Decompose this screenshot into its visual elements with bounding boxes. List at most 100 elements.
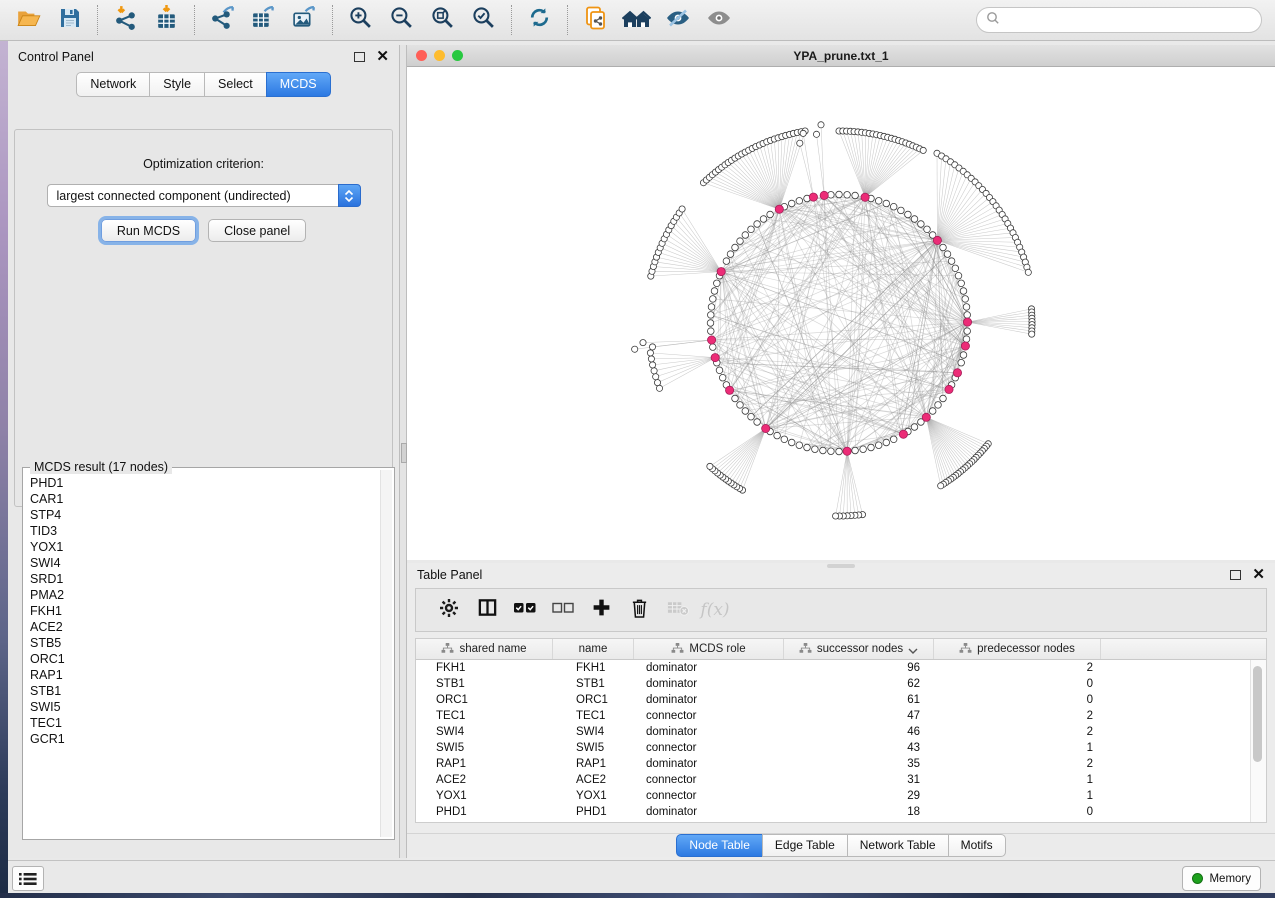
annotations-button[interactable] bbox=[575, 3, 616, 37]
zoom-out-button[interactable] bbox=[381, 3, 422, 37]
column-header-MCDS-role[interactable]: MCDS role bbox=[634, 639, 784, 659]
table-cell: SWI4 bbox=[416, 726, 553, 738]
float-window-icon[interactable] bbox=[354, 52, 365, 62]
column-header-predecessor-nodes[interactable]: predecessor nodes bbox=[934, 639, 1101, 659]
hide-selected-button[interactable] bbox=[657, 3, 698, 37]
table-cell: 2 bbox=[934, 662, 1101, 674]
mcds-result-item[interactable]: STB1 bbox=[30, 683, 394, 699]
fx-button: f(x) bbox=[696, 592, 734, 628]
tab-network-table[interactable]: Network Table bbox=[847, 834, 949, 857]
tab-network[interactable]: Network bbox=[76, 72, 150, 97]
export-network-button[interactable] bbox=[202, 3, 243, 37]
table-cell: 47 bbox=[784, 710, 934, 722]
mcds-result-scrollbar[interactable] bbox=[380, 470, 392, 837]
tab-edge-table[interactable]: Edge Table bbox=[762, 834, 848, 857]
zoom-selected-button[interactable] bbox=[463, 3, 504, 37]
mcds-result-item[interactable]: ORC1 bbox=[30, 651, 394, 667]
mcds-result-item[interactable]: FKH1 bbox=[30, 603, 394, 619]
table-row[interactable]: ACE2ACE2connector311 bbox=[416, 772, 1266, 788]
table-row[interactable]: TEC1TEC1connector472 bbox=[416, 708, 1266, 724]
search-input[interactable] bbox=[1005, 12, 1261, 28]
close-panel-button[interactable]: Close panel bbox=[208, 219, 306, 242]
export-table-button[interactable] bbox=[243, 3, 284, 37]
table-cell: 35 bbox=[784, 758, 934, 770]
vertical-splitter[interactable] bbox=[399, 45, 407, 858]
table-scrollbar[interactable] bbox=[1250, 660, 1266, 822]
add-button[interactable] bbox=[582, 592, 620, 628]
table-cell: RAP1 bbox=[553, 758, 634, 770]
mcds-result-item[interactable]: PMA2 bbox=[30, 587, 394, 603]
mcds-result-item[interactable]: SWI4 bbox=[30, 555, 394, 571]
panel-list-button[interactable] bbox=[12, 866, 44, 891]
import-network-icon bbox=[112, 4, 139, 36]
table-scrollbar-thumb[interactable] bbox=[1253, 666, 1262, 762]
column-header-name[interactable]: name bbox=[553, 639, 634, 659]
tab-select[interactable]: Select bbox=[204, 72, 267, 97]
table-cell: STB1 bbox=[416, 678, 553, 690]
save-session-button[interactable] bbox=[49, 3, 90, 37]
mcds-result-item[interactable]: SRD1 bbox=[30, 571, 394, 587]
mcds-result-list: PHD1CAR1STP4TID3YOX1SWI4SRD1PMA2FKH1ACE2… bbox=[23, 468, 394, 747]
tab-style[interactable]: Style bbox=[149, 72, 205, 97]
list-icon bbox=[19, 872, 37, 886]
control-panel: Control Panel ✕ NetworkStyleSelectMCDS O… bbox=[8, 45, 399, 858]
table-row[interactable]: PHD1PHD1dominator180 bbox=[416, 804, 1266, 820]
criterion-dropdown[interactable]: largest connected component (undirected) bbox=[47, 184, 361, 207]
zoom-fit-button[interactable] bbox=[422, 3, 463, 37]
columns-button[interactable] bbox=[468, 592, 506, 628]
tab-node-table[interactable]: Node Table bbox=[676, 834, 763, 857]
table-cell: FKH1 bbox=[416, 662, 553, 674]
toolbar-separator bbox=[567, 5, 568, 35]
run-mcds-button[interactable]: Run MCDS bbox=[101, 219, 196, 242]
hide-selected-icon bbox=[665, 7, 691, 34]
mcds-result-item[interactable]: YOX1 bbox=[30, 539, 394, 555]
select-all-button[interactable] bbox=[506, 592, 544, 628]
table-panel-grip[interactable] bbox=[827, 564, 855, 568]
open-file-button[interactable] bbox=[8, 3, 49, 37]
tab-motifs[interactable]: Motifs bbox=[948, 834, 1006, 857]
mcds-result-item[interactable]: STB5 bbox=[30, 635, 394, 651]
mcds-result-item[interactable]: ACE2 bbox=[30, 619, 394, 635]
table-row[interactable]: ORC1ORC1dominator610 bbox=[416, 692, 1266, 708]
export-image-button[interactable] bbox=[284, 3, 325, 37]
table-row[interactable]: RAP1RAP1dominator352 bbox=[416, 756, 1266, 772]
mcds-result-item[interactable]: RAP1 bbox=[30, 667, 394, 683]
column-header-successor-nodes[interactable]: successor nodes bbox=[784, 639, 934, 659]
table-row[interactable]: SWI5SWI5connector431 bbox=[416, 740, 1266, 756]
close-panel-icon[interactable]: ✕ bbox=[1252, 570, 1265, 580]
mcds-result-item[interactable]: TEC1 bbox=[30, 715, 394, 731]
table-row[interactable]: SWI4SWI4dominator462 bbox=[416, 724, 1266, 740]
tab-mcds[interactable]: MCDS bbox=[266, 72, 331, 97]
float-window-icon[interactable] bbox=[1230, 570, 1241, 580]
mcds-result-item[interactable]: TID3 bbox=[30, 523, 394, 539]
table-row[interactable]: STB1STB1dominator620 bbox=[416, 676, 1266, 692]
import-table-button[interactable] bbox=[146, 3, 187, 37]
zoom-in-button[interactable] bbox=[340, 3, 381, 37]
refresh-button[interactable] bbox=[519, 3, 560, 37]
search-box[interactable] bbox=[976, 7, 1262, 33]
gear-button[interactable] bbox=[430, 592, 468, 628]
table-row[interactable]: YOX1YOX1connector291 bbox=[416, 788, 1266, 804]
close-panel-icon[interactable]: ✕ bbox=[376, 52, 389, 62]
first-neighbors-button[interactable] bbox=[616, 3, 657, 37]
fx-icon: f(x) bbox=[700, 600, 729, 620]
main-toolbar bbox=[0, 0, 1275, 41]
mcds-result-item[interactable]: STP4 bbox=[30, 507, 394, 523]
hierarchy-icon bbox=[671, 643, 684, 657]
mcds-result-item[interactable]: PHD1 bbox=[30, 475, 394, 491]
delete-button[interactable] bbox=[620, 592, 658, 628]
table-cell: 29 bbox=[784, 790, 934, 802]
sort-chevron-icon bbox=[908, 645, 918, 657]
mcds-result-item[interactable]: SWI5 bbox=[30, 699, 394, 715]
memory-button[interactable]: Memory bbox=[1182, 866, 1261, 891]
mcds-result-item[interactable]: GCR1 bbox=[30, 731, 394, 747]
control-panel-header: Control Panel ✕ bbox=[8, 45, 399, 69]
table-row[interactable]: FKH1FKH1dominator962 bbox=[416, 660, 1266, 676]
deselect-all-button[interactable] bbox=[544, 592, 582, 628]
network-graph-canvas[interactable] bbox=[407, 67, 1275, 560]
table-cell: dominator bbox=[634, 662, 784, 674]
import-network-button[interactable] bbox=[105, 3, 146, 37]
mcds-result-item[interactable]: CAR1 bbox=[30, 491, 394, 507]
column-header-shared-name[interactable]: shared name bbox=[416, 639, 553, 659]
show-all-button[interactable] bbox=[698, 3, 739, 37]
